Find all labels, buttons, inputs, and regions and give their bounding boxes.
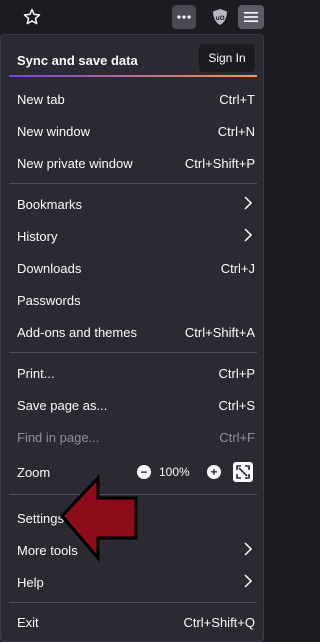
menu-item-addons-themes[interactable]: Add-ons and themes Ctrl+Shift+A <box>9 318 257 346</box>
menu-item-label: Find in page... <box>17 430 100 445</box>
ublock-shield-icon: uO <box>213 9 227 25</box>
menu-item-label: Save page as... <box>17 398 108 413</box>
more-extensions-button[interactable] <box>172 5 196 29</box>
menu-item-bookmarks[interactable]: Bookmarks <box>9 190 257 218</box>
bookmark-star-icon[interactable] <box>20 5 44 29</box>
annotation-arrow-icon <box>60 474 138 562</box>
menu-item-new-private-window[interactable]: New private window Ctrl+Shift+P <box>9 149 257 177</box>
fullscreen-icon <box>236 465 250 479</box>
app-menu-button[interactable] <box>238 5 264 29</box>
zoom-reset-value[interactable]: 100% <box>159 465 190 479</box>
chevron-right-icon <box>243 227 253 246</box>
sync-label: Sync and save data <box>17 53 138 68</box>
sign-in-button[interactable]: Sign In <box>199 44 255 72</box>
menu-item-help[interactable]: Help <box>9 568 257 596</box>
menu-item-label: Bookmarks <box>17 197 83 212</box>
menu-item-shortcut: Ctrl+Shift+A <box>184 325 255 340</box>
menu-item-label: Add-ons and themes <box>17 325 137 340</box>
star-icon <box>23 8 41 25</box>
accent-divider <box>9 75 257 77</box>
menu-item-downloads[interactable]: Downloads Ctrl+J <box>9 254 257 282</box>
ublock-extension-button[interactable]: uO <box>208 5 232 29</box>
menu-item-shortcut: Ctrl+Shift+Q <box>183 615 255 630</box>
menu-item-shortcut: Ctrl+F <box>219 430 255 445</box>
menu-item-passwords[interactable]: Passwords <box>9 286 257 314</box>
menu-item-label: Downloads <box>17 261 82 276</box>
dots-icon <box>177 15 191 19</box>
chevron-right-icon <box>243 573 253 592</box>
zoom-in-button[interactable]: + <box>207 465 221 479</box>
menu-separator <box>9 183 257 184</box>
menu-item-new-tab[interactable]: New tab Ctrl+T <box>9 85 257 113</box>
sync-row[interactable]: Sync and save data Sign In <box>9 43 257 77</box>
menu-item-new-window[interactable]: New window Ctrl+N <box>9 117 257 145</box>
fullscreen-button[interactable] <box>233 462 253 482</box>
menu-item-shortcut: Ctrl+N <box>217 124 255 139</box>
menu-item-shortcut: Ctrl+J <box>220 261 255 276</box>
menu-item-label: History <box>17 229 58 244</box>
menu-item-label: Exit <box>17 615 39 630</box>
menu-item-print[interactable]: Print... Ctrl+P <box>9 359 257 387</box>
menu-item-label: Zoom <box>17 465 51 480</box>
menu-item-label: New tab <box>17 92 65 107</box>
menu-item-label: Passwords <box>17 293 81 308</box>
menu-separator <box>9 602 257 603</box>
menu-item-shortcut: Ctrl+Shift+P <box>184 156 255 171</box>
menu-separator <box>9 352 257 353</box>
svg-text:uO: uO <box>215 15 224 22</box>
hamburger-icon <box>244 12 258 22</box>
menu-item-label: Print... <box>17 366 55 381</box>
menu-item-shortcut: Ctrl+P <box>218 366 255 381</box>
chevron-right-icon <box>243 195 253 214</box>
menu-item-shortcut: Ctrl+S <box>218 398 255 413</box>
menu-item-label: Settings <box>17 511 64 526</box>
menu-item-find-in-page[interactable]: Find in page... Ctrl+F <box>9 423 257 451</box>
menu-item-label: New window <box>17 124 90 139</box>
menu-item-exit[interactable]: Exit Ctrl+Shift+Q <box>9 608 257 636</box>
menu-item-save-page[interactable]: Save page as... Ctrl+S <box>9 391 257 419</box>
browser-toolbar: uO <box>0 0 264 34</box>
chevron-right-icon <box>243 541 253 560</box>
menu-item-label: Help <box>17 575 44 590</box>
menu-item-history[interactable]: History <box>9 222 257 250</box>
zoom-controls: − 100% + <box>137 461 255 483</box>
menu-item-label: New private window <box>17 156 133 171</box>
menu-item-shortcut: Ctrl+T <box>219 92 255 107</box>
